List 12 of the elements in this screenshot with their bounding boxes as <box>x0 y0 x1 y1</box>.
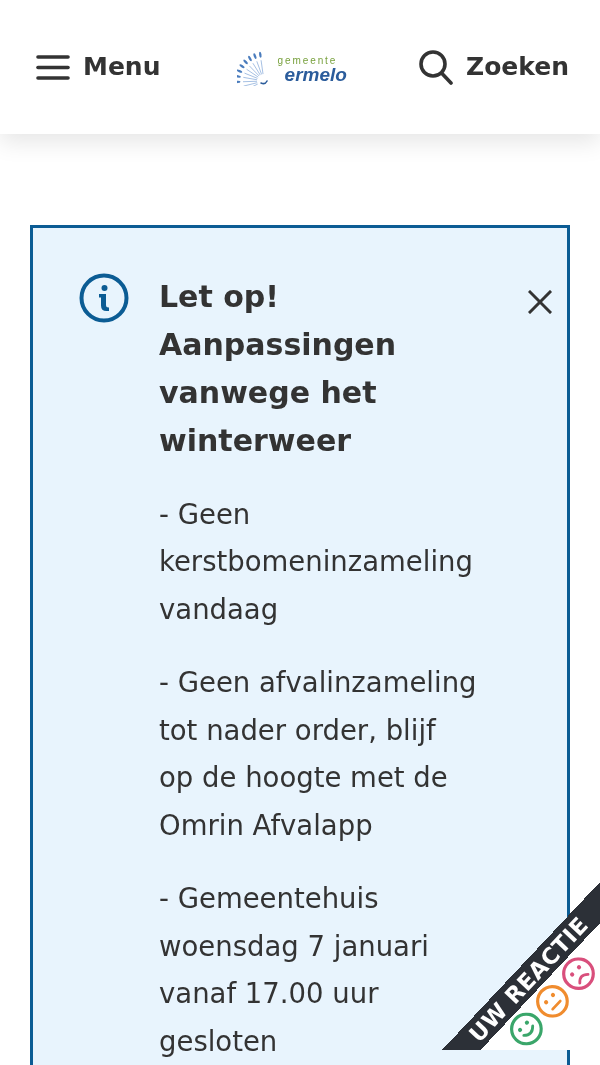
search-button[interactable]: Zoeken <box>419 49 569 85</box>
alert-paragraph: - Gemeentehuis woensdag 7 januari vanaf 17.00 uur gesloten <box>159 881 430 1059</box>
close-button[interactable] <box>528 290 552 314</box>
search-icon <box>419 49 454 85</box>
alert-title: Let op! Aanpassingen vanwege het winterweer <box>159 277 398 460</box>
alert-paragraph: - Geen afvalinzameling tot nader order, blijf op de hoogte met de Omrin Afvalapp <box>159 665 478 843</box>
menu-icon <box>36 54 70 80</box>
close-icon <box>528 290 552 314</box>
menu-button[interactable]: Menu <box>36 52 161 82</box>
info-icon <box>79 272 129 323</box>
logo-wordmark[interactable]: ermelo <box>284 65 347 84</box>
alert-paragraph: - Geen kerstbomeninzameling vandaag <box>159 496 474 627</box>
